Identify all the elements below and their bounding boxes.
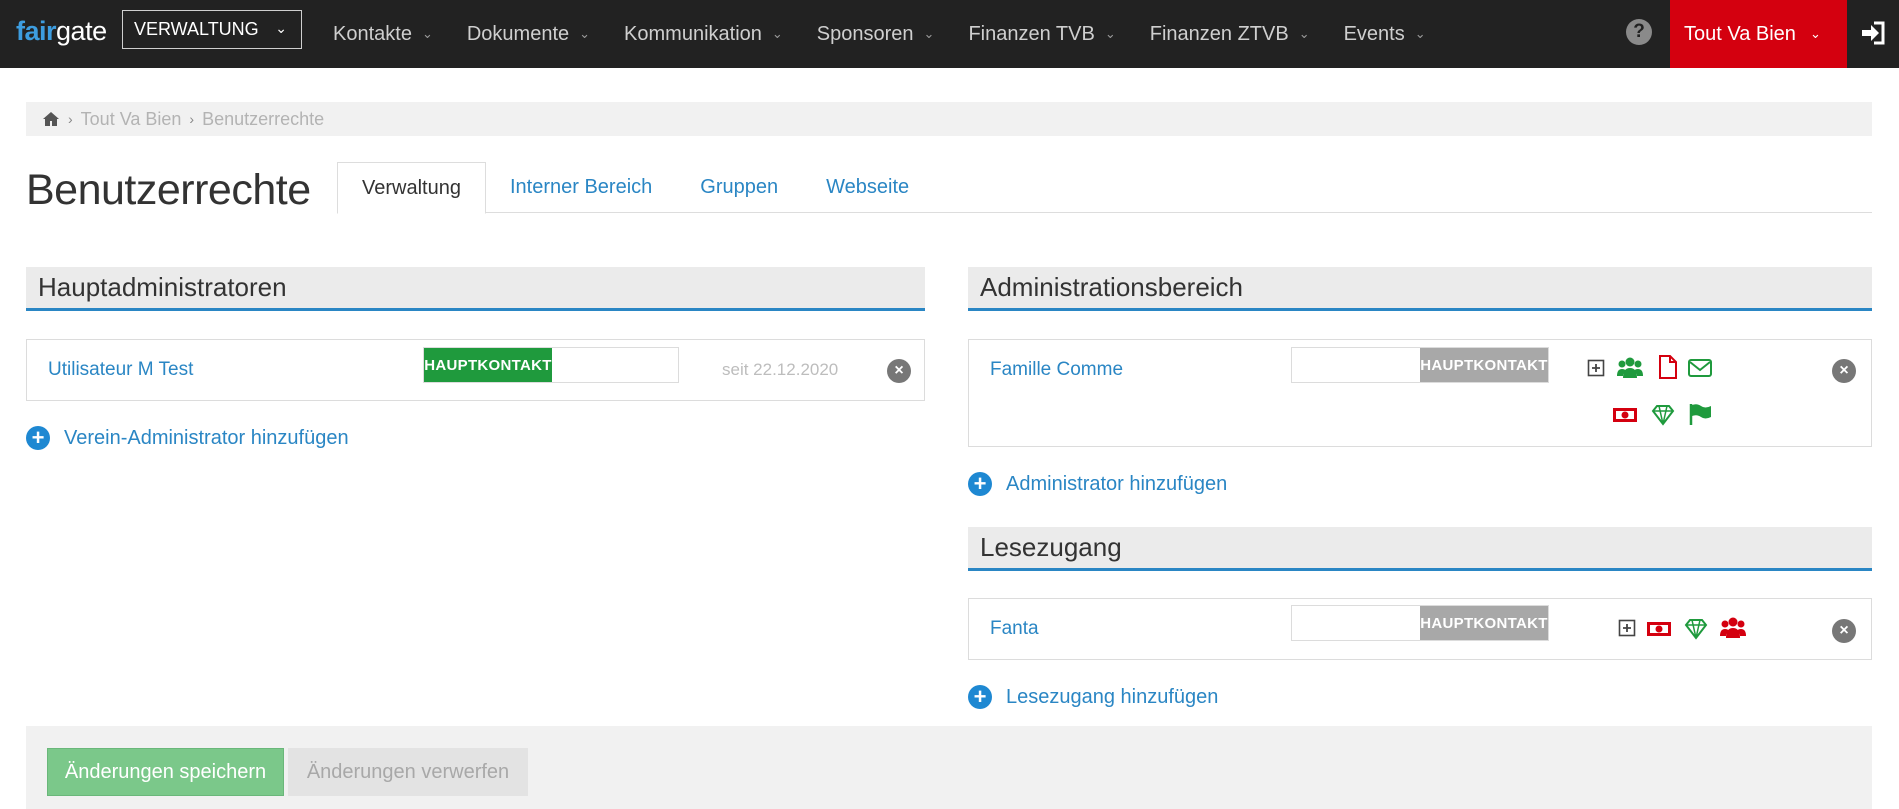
admin-name-link[interactable]: Famille Comme	[990, 359, 1123, 381]
chevron-down-icon: ⌄	[421, 26, 433, 41]
events-flag-icon[interactable]	[1687, 402, 1713, 426]
read-access-row: Fanta HAUPTKONTAKT ×	[968, 598, 1872, 660]
breadcrumb: › Tout Va Bien › Benutzerrechte	[26, 102, 1872, 136]
menu-item-events[interactable]: Events ⌄	[1327, 23, 1443, 46]
main-admins-heading: Hauptadministratoren	[26, 267, 925, 311]
breadcrumb-item-organization[interactable]: Tout Va Bien	[81, 109, 182, 130]
menu-item-label: Finanzen ZTVB	[1149, 22, 1289, 45]
module-select[interactable]: VERWALTUNG ⌄	[122, 10, 302, 49]
reader-name-link[interactable]: Fanta	[990, 618, 1039, 640]
organization-switcher[interactable]: Tout Va Bien ⌄	[1670, 0, 1847, 68]
main-contact-badge: HAUPTKONTAKT	[1420, 348, 1548, 382]
organization-name: Tout Va Bien	[1684, 22, 1796, 45]
main-contact-toggle[interactable]: HAUPTKONTAKT	[1291, 347, 1549, 383]
add-circle-icon: +	[968, 472, 992, 496]
sponsor-diamond-icon[interactable]	[1683, 617, 1709, 641]
logo-text-fair: fair	[16, 16, 57, 46]
home-icon[interactable]	[42, 111, 60, 127]
chevron-down-icon: ⌄	[1414, 26, 1426, 41]
admin-area-row: Famille Comme HAUPTKONTAKT ×	[968, 339, 1872, 447]
fairgate-logo[interactable]: fairgate	[16, 16, 107, 47]
tab-webseite[interactable]: Webseite	[802, 162, 933, 213]
add-circle-icon: +	[26, 426, 50, 450]
main-menu: Kontakte ⌄ Dokumente ⌄ Kommunikation ⌄ Spon…	[316, 0, 1443, 68]
chevron-down-icon: ⌄	[1298, 26, 1310, 41]
menu-item-label: Kommunikation	[624, 22, 762, 45]
admin-name-link[interactable]: Utilisateur M Test	[48, 359, 193, 381]
finance-icon[interactable]	[1612, 403, 1638, 427]
breadcrumb-separator-icon: ›	[68, 111, 73, 127]
tab-interner-bereich[interactable]: Interner Bereich	[486, 162, 676, 213]
add-read-access-link[interactable]: + Lesezugang hinzufügen	[968, 685, 1218, 709]
admin-area-heading: Administrationsbereich	[968, 267, 1872, 311]
breadcrumb-separator-icon: ›	[189, 111, 195, 127]
chevron-down-icon: ⌄	[275, 20, 287, 36]
tab-verwaltung[interactable]: Verwaltung	[337, 162, 486, 214]
admin-since-date: seit 22.12.2020	[722, 360, 839, 379]
add-club-admin-link[interactable]: + Verein-Administrator hinzufügen	[26, 426, 349, 450]
contacts-group-icon[interactable]	[1617, 356, 1643, 380]
menu-item-dokumente[interactable]: Dokumente ⌄	[450, 23, 607, 46]
discard-changes-button[interactable]: Änderungen verwerfen	[288, 748, 528, 796]
expand-icon[interactable]	[1618, 619, 1636, 637]
add-circle-icon: +	[968, 685, 992, 709]
menu-item-label: Events	[1343, 22, 1405, 45]
contacts-group-icon[interactable]	[1720, 616, 1746, 640]
module-select-value: VERWALTUNG	[134, 19, 259, 39]
document-icon[interactable]	[1654, 355, 1680, 379]
top-navigation-bar: fairgate VERWALTUNG ⌄ Kontakte ⌄ Dokument…	[0, 0, 1899, 68]
menu-item-label: Sponsoren	[816, 22, 914, 45]
mail-icon[interactable]	[1687, 356, 1713, 380]
tab-bar: Verwaltung Interner Bereich Gruppen Webs…	[337, 162, 1872, 214]
chevron-down-icon: ⌄	[923, 26, 935, 41]
menu-item-finanzen-tvb[interactable]: Finanzen TVB ⌄	[951, 23, 1132, 46]
menu-item-kommunikation[interactable]: Kommunikation ⌄	[607, 23, 800, 46]
remove-icon[interactable]: ×	[1832, 359, 1856, 383]
help-icon[interactable]: ?	[1626, 19, 1652, 45]
main-admin-row: Utilisateur M Test HAUPTKONTAKT seit 22.…	[26, 339, 925, 401]
breadcrumb-item-current: Benutzerrechte	[202, 108, 325, 129]
add-read-access-label: Lesezugang hinzufügen	[1006, 685, 1219, 708]
sponsor-diamond-icon[interactable]	[1650, 403, 1676, 427]
page-title: Benutzerrechte	[26, 166, 311, 214]
menu-item-kontakte[interactable]: Kontakte ⌄	[316, 23, 450, 46]
add-admin-link[interactable]: + Administrator hinzufügen	[968, 472, 1227, 496]
read-access-heading: Lesezugang	[968, 527, 1872, 571]
logout-icon[interactable]	[1860, 20, 1886, 46]
finance-icon[interactable]	[1646, 617, 1672, 641]
logo-text-gate: gate	[56, 16, 107, 46]
menu-item-label: Finanzen TVB	[968, 22, 1095, 45]
save-changes-button[interactable]: Änderungen speichern	[47, 748, 284, 796]
add-club-admin-label: Verein-Administrator hinzufügen	[64, 426, 349, 449]
chevron-down-icon: ⌄	[1809, 26, 1821, 41]
main-contact-toggle[interactable]: HAUPTKONTAKT	[423, 347, 679, 383]
menu-item-finanzen-ztvb[interactable]: Finanzen ZTVB ⌄	[1133, 23, 1327, 46]
main-contact-toggle[interactable]: HAUPTKONTAKT	[1291, 605, 1549, 641]
add-admin-label: Administrator hinzufügen	[1006, 472, 1228, 495]
expand-icon[interactable]	[1587, 359, 1605, 377]
menu-item-label: Dokumente	[466, 22, 570, 45]
menu-item-label: Kontakte	[333, 22, 412, 45]
form-actions-bar: Änderungen speichern Änderungen verwerfe…	[26, 726, 1872, 809]
chevron-down-icon: ⌄	[1104, 26, 1116, 41]
chevron-down-icon: ⌄	[771, 26, 783, 41]
remove-icon[interactable]: ×	[1832, 619, 1856, 643]
menu-item-sponsoren[interactable]: Sponsoren ⌄	[800, 23, 952, 46]
main-contact-badge: HAUPTKONTAKT	[424, 348, 552, 382]
tab-gruppen[interactable]: Gruppen	[676, 162, 802, 213]
chevron-down-icon: ⌄	[579, 26, 591, 41]
main-contact-badge: HAUPTKONTAKT	[1420, 606, 1548, 640]
remove-icon[interactable]: ×	[887, 359, 911, 383]
